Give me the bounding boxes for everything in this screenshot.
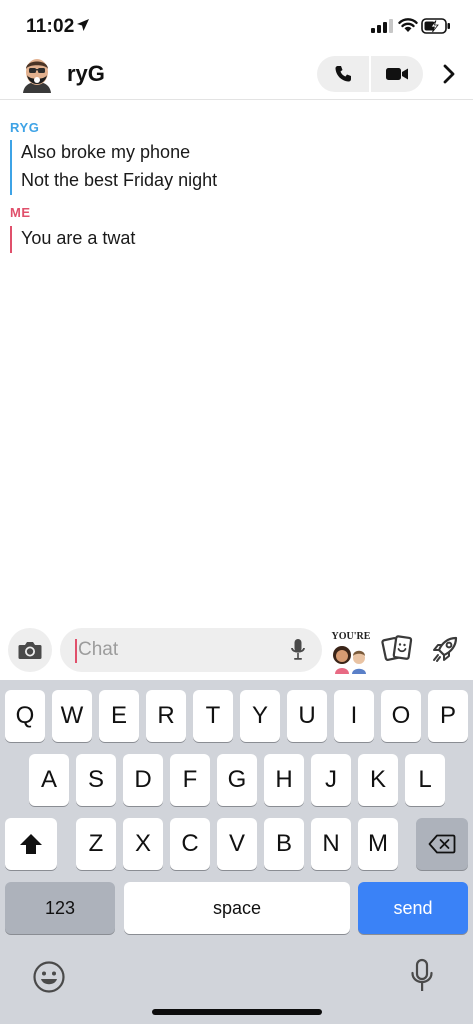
rocket-icon[interactable]	[430, 634, 460, 664]
text-caret	[75, 639, 77, 663]
key-k[interactable]: K	[358, 754, 398, 806]
camera-button[interactable]	[8, 628, 52, 672]
key-e[interactable]: E	[99, 690, 139, 742]
key-d[interactable]: D	[123, 754, 163, 806]
message-text[interactable]: Not the best Friday night	[21, 170, 217, 191]
sender-label-me: ME	[10, 205, 31, 220]
key-y[interactable]: Y	[240, 690, 280, 742]
chat-input[interactable]	[78, 636, 278, 664]
emoji-icon[interactable]	[32, 960, 66, 994]
key-l[interactable]: L	[405, 754, 445, 806]
backspace-key[interactable]	[416, 818, 468, 870]
compose-bar: YOU'RE	[0, 622, 473, 680]
send-key[interactable]: send	[358, 882, 468, 934]
chevron-right-icon	[443, 64, 455, 84]
shift-key[interactable]	[5, 818, 57, 870]
keyboard: Q W E R T Y U I O P A S D F G H J K L Z …	[0, 680, 473, 1024]
key-t[interactable]: T	[193, 690, 233, 742]
key-j[interactable]: J	[311, 754, 351, 806]
key-f[interactable]: F	[170, 754, 210, 806]
key-r[interactable]: R	[146, 690, 186, 742]
chat-field[interactable]	[60, 628, 322, 672]
wifi-icon	[398, 18, 418, 32]
status-bar: 11:02	[0, 0, 473, 52]
video-camera-icon	[386, 68, 408, 80]
key-c[interactable]: C	[170, 818, 210, 870]
key-u[interactable]: U	[287, 690, 327, 742]
numbers-key[interactable]: 123	[5, 882, 115, 934]
cellular-signal-icon	[371, 19, 393, 33]
key-m[interactable]: M	[358, 818, 398, 870]
key-i[interactable]: I	[334, 690, 374, 742]
message-text[interactable]: You are a twat	[21, 228, 135, 249]
message-text[interactable]: Also broke my phone	[21, 142, 190, 163]
key-v[interactable]: V	[217, 818, 257, 870]
message-group-bar-me	[10, 226, 12, 253]
key-h[interactable]: H	[264, 754, 304, 806]
camera-icon	[18, 642, 42, 659]
dictation-microphone-icon[interactable]	[410, 958, 434, 994]
home-indicator[interactable]	[152, 1009, 322, 1015]
key-a[interactable]: A	[29, 754, 69, 806]
chat-title[interactable]: ryG	[67, 61, 105, 87]
status-time: 11:02	[26, 16, 75, 37]
key-n[interactable]: N	[311, 818, 351, 870]
key-b[interactable]: B	[264, 818, 304, 870]
voice-call-button[interactable]	[317, 56, 369, 92]
key-p[interactable]: P	[428, 690, 468, 742]
shift-icon	[20, 834, 42, 854]
key-q[interactable]: Q	[5, 690, 45, 742]
key-g[interactable]: G	[217, 754, 257, 806]
chat-header: ryG	[0, 52, 473, 100]
video-call-button[interactable]	[371, 56, 423, 92]
avatar[interactable]	[20, 55, 54, 93]
key-w[interactable]: W	[52, 690, 92, 742]
location-arrow-icon	[77, 19, 89, 31]
key-x[interactable]: X	[123, 818, 163, 870]
key-z[interactable]: Z	[76, 818, 116, 870]
backspace-icon	[428, 834, 456, 854]
battery-charging-icon	[421, 18, 450, 34]
phone-icon	[335, 66, 351, 82]
call-controls	[317, 56, 423, 92]
bitmoji-button[interactable]: YOU'RE	[330, 626, 372, 674]
bitmoji-icon	[333, 646, 366, 674]
key-o[interactable]: O	[381, 690, 421, 742]
key-s[interactable]: S	[76, 754, 116, 806]
sender-label-ryg: RYG	[10, 120, 40, 135]
space-key[interactable]: space	[124, 882, 350, 934]
message-group-bar-ryg	[10, 140, 12, 195]
microphone-icon[interactable]	[290, 638, 306, 662]
cards-icon[interactable]	[381, 634, 415, 664]
more-button[interactable]	[437, 60, 461, 88]
